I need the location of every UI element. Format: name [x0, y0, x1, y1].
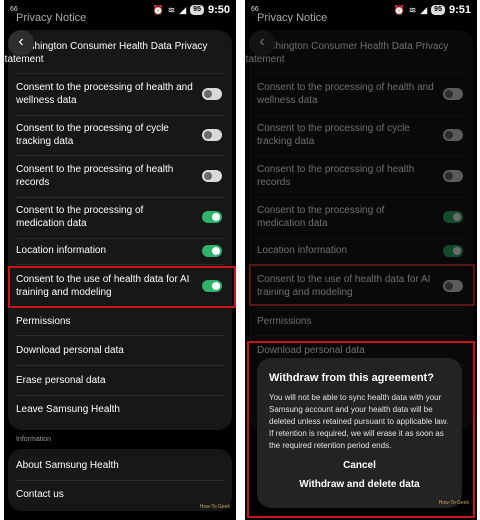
row-label: About Samsung Health: [16, 460, 119, 471]
row-label: Consent to the processing of cycle track…: [16, 123, 169, 147]
row-label: Download personal data: [16, 345, 124, 356]
row-label: Location information: [16, 245, 107, 256]
row-divider: [16, 365, 224, 366]
row-records[interactable]: Consent to the processing of health reco…: [8, 156, 232, 196]
row-divider: [16, 395, 224, 396]
toggle-knob: [204, 131, 212, 139]
row-medication[interactable]: Consent to the processing of medication …: [8, 197, 232, 237]
alarm-icon: ⏰: [152, 5, 164, 15]
back-button[interactable]: ‹: [8, 30, 34, 56]
row-label: Consent to the processing of health reco…: [16, 164, 174, 188]
row-label: Consent to the processing of medication …: [16, 205, 144, 229]
highlight-box-dialog: [247, 341, 475, 518]
row-erase[interactable]: Erase personal data: [8, 368, 232, 394]
row-permissions[interactable]: Permissions: [8, 310, 232, 334]
row-label: ashington Consumer Health Data Privacy S…: [4, 41, 208, 65]
alarm-icon: ⏰: [393, 5, 405, 15]
row-label: Consent to the processing of health and …: [16, 82, 193, 106]
truncated-heading: Privacy Notice: [16, 12, 87, 24]
toggle-records[interactable]: [202, 170, 222, 182]
toggle-knob: [212, 213, 220, 221]
wifi-icon: ≋: [167, 5, 176, 15]
signal-icon: ◢: [179, 5, 187, 15]
settings-card: ashington Consumer Health Data Privacy S…: [4, 30, 232, 430]
row-about-samsung-health[interactable]: About Samsung Health: [8, 453, 232, 479]
signal-icon: ◢: [420, 5, 428, 15]
row-contact-us[interactable]: Contact us: [8, 482, 232, 508]
battery-icon: 95: [431, 5, 445, 15]
row-divider: [16, 264, 224, 265]
toggle-knob: [204, 90, 212, 98]
clock: 9:50: [207, 4, 230, 16]
row-wellness[interactable]: Consent to the processing of health and …: [8, 74, 232, 114]
toggle-medication[interactable]: [202, 211, 222, 223]
toggle-cycle[interactable]: [202, 129, 222, 141]
left-screenshot: 66 ⏰ ≋ ◢ 95 9:50 Privacy Notice ashingto…: [4, 0, 236, 520]
row-divider: [16, 335, 224, 336]
row-leave[interactable]: Leave Samsung Health: [8, 397, 232, 423]
information-card: About Samsung Health Contact us: [8, 449, 232, 511]
toggle-knob: [204, 172, 212, 180]
row-label: Leave Samsung Health: [16, 404, 120, 415]
row-label: Erase personal data: [16, 375, 106, 386]
wifi-icon: ≋: [408, 5, 417, 15]
highlight-box-ai-consent: [8, 266, 236, 308]
right-screenshot: 66 ⏰ ≋ ◢ 95 9:51 Privacy Notice ashingto…: [245, 0, 477, 520]
watermark: How-To Geek: [438, 500, 469, 506]
section-label-information: Information: [16, 436, 52, 443]
battery-icon: 95: [190, 5, 204, 15]
back-arrow-icon: ‹: [18, 33, 24, 50]
highlight-box-ai-consent-dimmed: [249, 264, 475, 306]
row-washington[interactable]: ashington Consumer Health Data Privacy S…: [4, 34, 232, 72]
row-label: Permissions: [16, 316, 71, 327]
toggle-knob: [212, 247, 220, 255]
row-label: Contact us: [16, 489, 64, 500]
clock: 9:51: [448, 4, 471, 16]
row-location[interactable]: Location information: [8, 239, 232, 263]
toggle-location[interactable]: [202, 245, 222, 257]
row-download[interactable]: Download personal data: [8, 338, 232, 364]
toggle-wellness[interactable]: [202, 88, 222, 100]
watermark: How-To Geek: [199, 504, 230, 510]
row-cycle[interactable]: Consent to the processing of cycle track…: [8, 116, 232, 154]
